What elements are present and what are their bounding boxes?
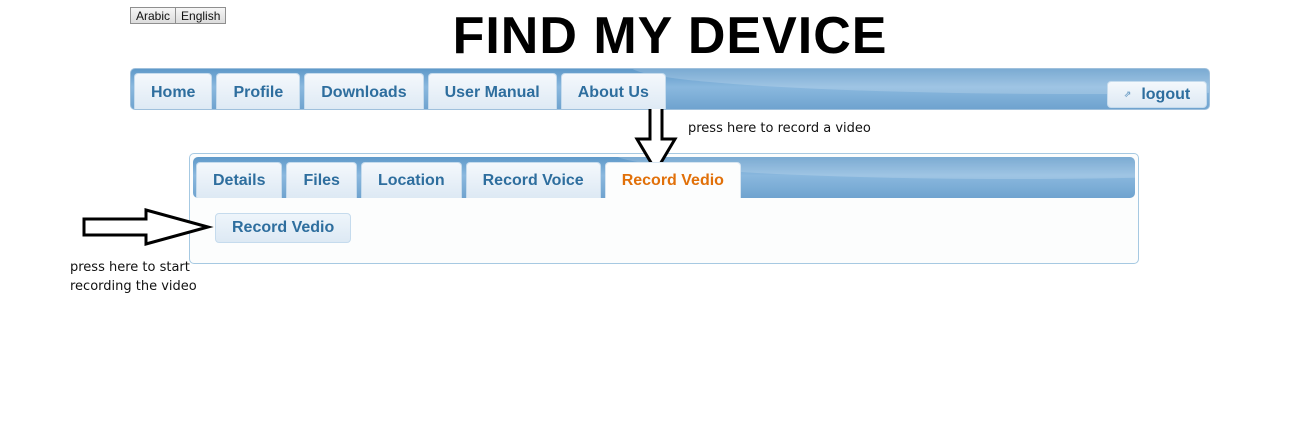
right-arrow-icon — [82, 208, 214, 246]
page-title: FIND MY DEVICE — [452, 7, 888, 65]
tab-record-vedio[interactable]: Record Vedio — [604, 162, 741, 198]
logout-label: logout — [1141, 85, 1191, 103]
nav-tab-downloads[interactable]: Downloads — [304, 73, 424, 109]
nav-tab-home[interactable]: Home — [134, 73, 213, 109]
device-panel: Details Files Location Record Voice Reco… — [189, 153, 1139, 264]
record-video-tab-hint: press here to record a video — [688, 121, 871, 136]
record-vedio-button[interactable]: Record Vedio — [215, 213, 352, 243]
tab-files[interactable]: Files — [286, 162, 357, 198]
panel-tab-bar: Details Files Location Record Voice Reco… — [193, 157, 1135, 198]
nav-tab-profile[interactable]: Profile — [216, 73, 301, 109]
nav-tab-user-manual[interactable]: User Manual — [427, 73, 557, 109]
nav-tab-about-us[interactable]: About Us — [560, 73, 666, 109]
tab-details[interactable]: Details — [196, 162, 283, 198]
start-recording-hint: press here to start recording the video — [70, 260, 197, 294]
tab-record-voice[interactable]: Record Voice — [465, 162, 601, 198]
tab-location[interactable]: Location — [360, 162, 462, 198]
external-link-icon: ⇗ — [1123, 89, 1132, 99]
logout-button[interactable]: ⇗ logout — [1107, 81, 1207, 108]
